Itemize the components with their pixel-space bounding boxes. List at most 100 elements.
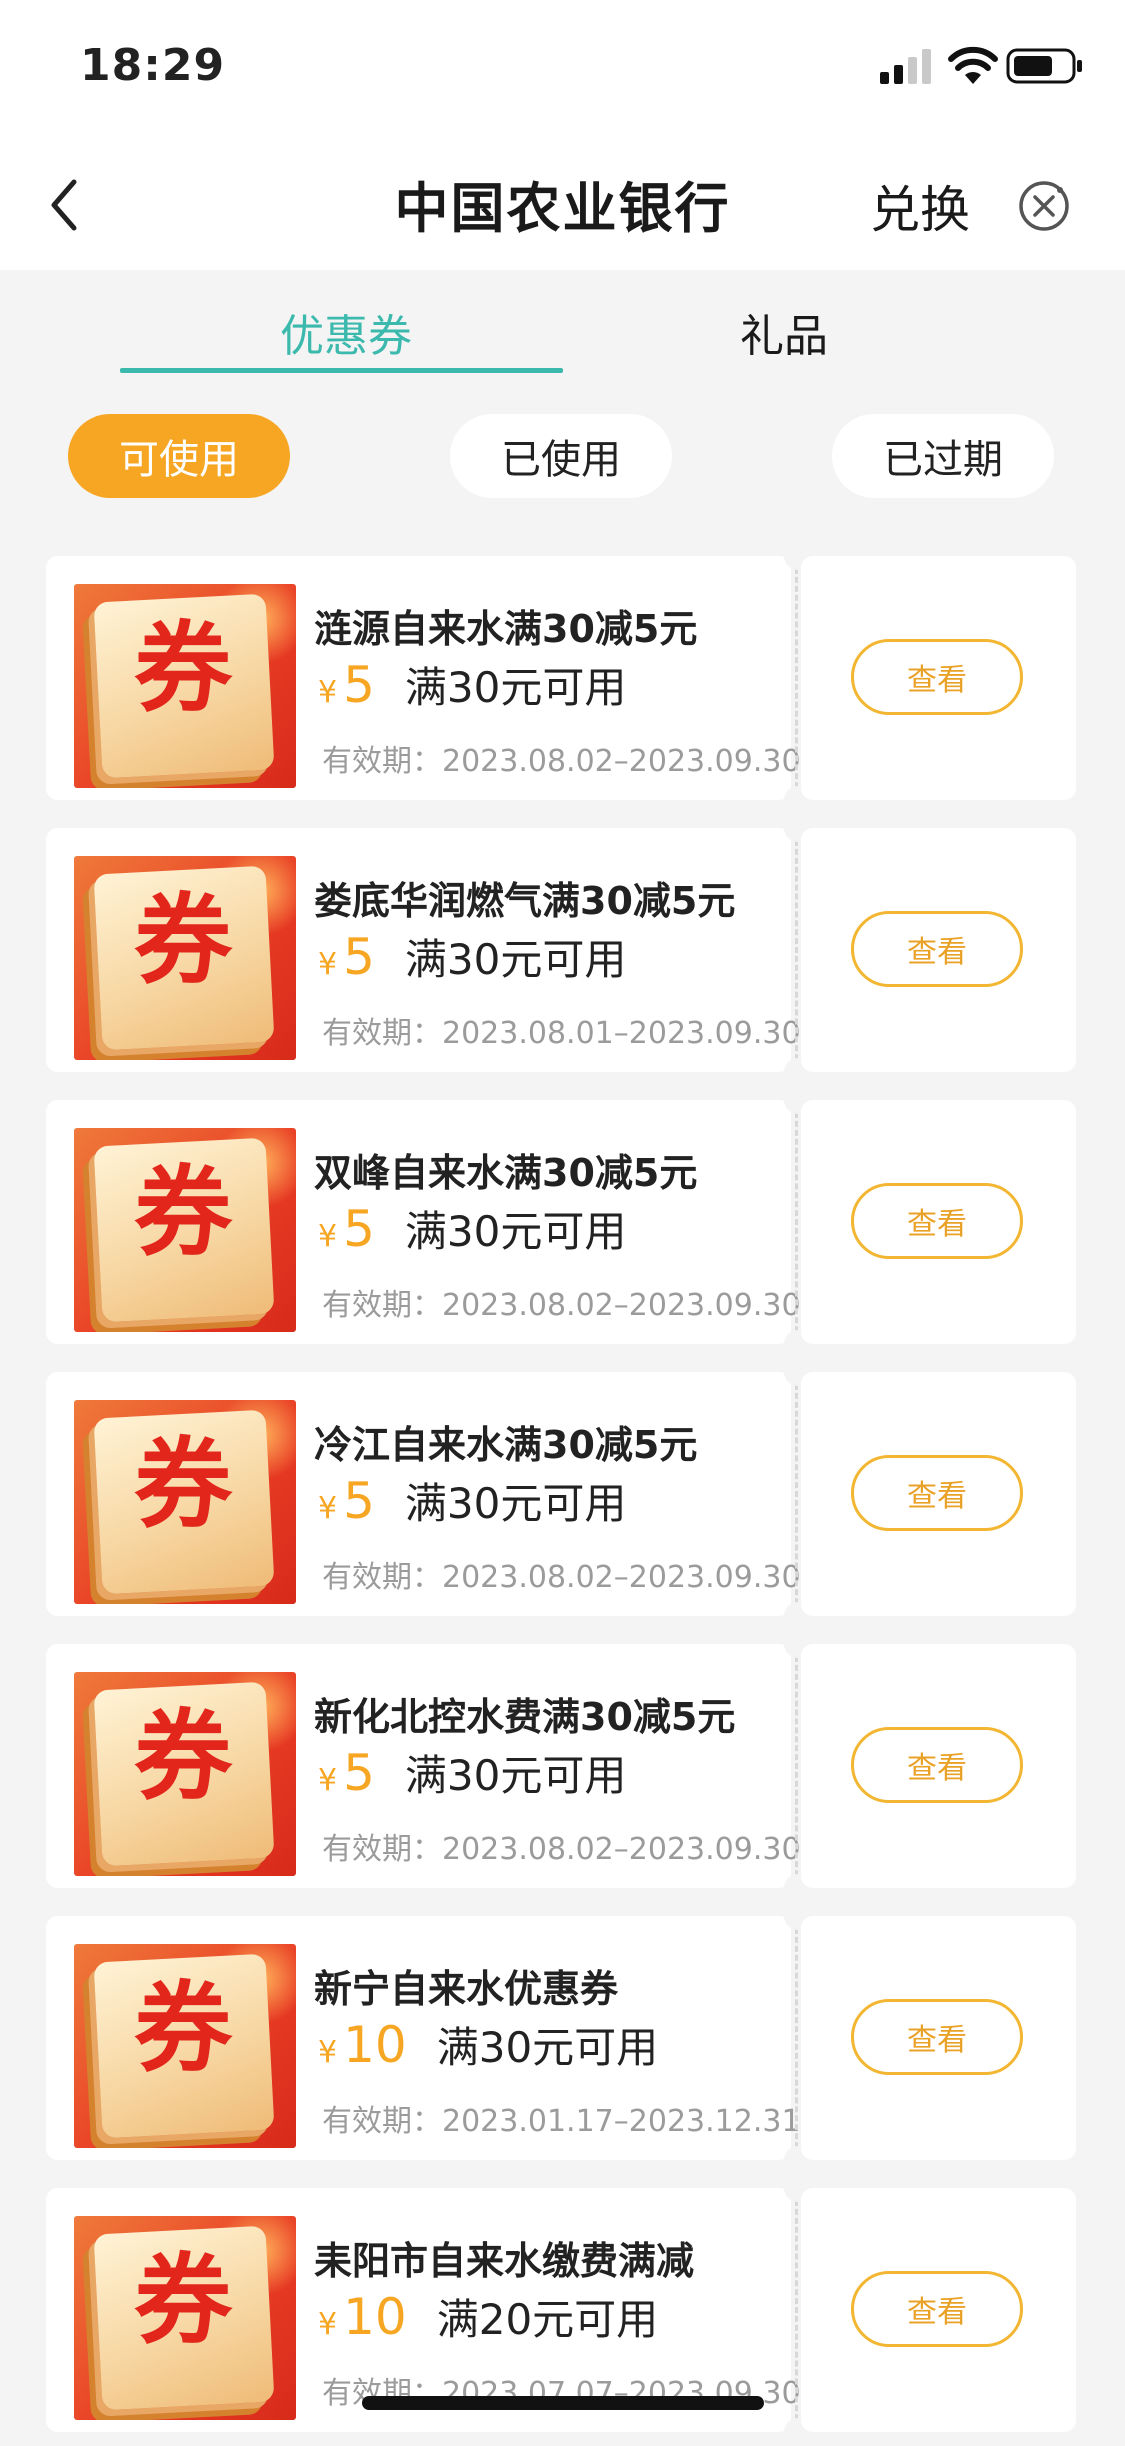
coupon-ticket-icon: 券 <box>74 1128 296 1332</box>
navigation-bar: 中国农业银行 兑换 <box>0 140 1125 270</box>
coupon-title: 新化北控水费满30减5元 <box>314 1695 736 1739</box>
coupon-action-area: 查看 <box>801 556 1076 800</box>
coupon-icon-label: 券 <box>134 1700 233 1814</box>
coupon-condition: 满20元可用 <box>436 2295 659 2344</box>
coupon-ticket-icon: 券 <box>74 2216 296 2420</box>
status-bar: 18:29 <box>0 0 1125 140</box>
coupon-amount-row: ¥5 满30元可用 <box>318 1470 626 1540</box>
exchange-button[interactable]: 兑换 <box>870 170 970 242</box>
coupon-action-area: 查看 <box>801 1644 1076 1888</box>
coupon-info: 券 冷江自来水满30减5元 ¥5 满30元可用 有效期：2023.08.02–2023.… <box>46 1372 801 1616</box>
coupon-icon-label: 券 <box>134 612 233 726</box>
currency-symbol: ¥ <box>318 2307 338 2342</box>
coupon-validity: 有效期：2023.08.01–2023.09.30 <box>322 1016 801 1051</box>
coupon-icon-label: 券 <box>134 1428 233 1542</box>
currency-symbol: ¥ <box>318 1219 338 1254</box>
coupon-validity: 有效期：2023.08.02–2023.09.30 <box>322 1560 801 1595</box>
view-coupon-button[interactable]: 查看 <box>851 2271 1023 2347</box>
close-icon[interactable] <box>1016 178 1072 234</box>
coupon-ticket-icon: 券 <box>74 1672 296 1876</box>
coupon-amount: 10 <box>343 2288 407 2346</box>
coupon-condition: 满30元可用 <box>436 2023 659 2072</box>
coupon-divider <box>795 840 798 1060</box>
status-time: 18:29 <box>80 40 226 91</box>
coupon-validity: 有效期：2023.01.17–2023.12.31 <box>322 2104 801 2139</box>
coupon-divider <box>795 568 798 788</box>
view-coupon-button[interactable]: 查看 <box>851 1999 1023 2075</box>
coupon-card[interactable]: 券 冷江自来水满30减5元 ¥5 满30元可用 有效期：2023.08.02–2023.… <box>46 1358 1076 1630</box>
coupon-card[interactable]: 券 涟源自来水满30减5元 ¥5 满30元可用有效期：2023.08.02–2023.… <box>46 542 1076 814</box>
coupon-amount-row: ¥5 满30元可用 <box>318 1198 626 1268</box>
coupon-validity: 有效期：2023.08.02–2023.09.30 <box>322 1832 801 1867</box>
coupon-action-area: 查看 <box>801 1100 1076 1344</box>
active-tab-indicator <box>120 368 563 373</box>
coupon-info: 券 新化北控水费满30减5元 ¥5 满30元可用有效期：2023.08.02–2023… <box>46 1644 801 1888</box>
coupon-title: 新宁自来水优惠券 <box>314 1967 619 2011</box>
coupon-ticket-icon: 券 <box>74 584 296 788</box>
tab-gifts[interactable]: 礼品 <box>740 300 828 364</box>
coupon-amount-row: ¥10 满20元可用 <box>318 2286 658 2356</box>
view-coupon-button[interactable]: 查看 <box>851 639 1023 715</box>
coupon-condition: 满30元可用 <box>404 1479 627 1528</box>
coupon-divider <box>795 2200 798 2420</box>
view-coupon-button[interactable]: 查看 <box>851 1455 1023 1531</box>
coupon-icon-label: 券 <box>134 1972 233 2086</box>
currency-symbol: ¥ <box>318 947 338 982</box>
coupon-amount-row: ¥5 满30元可用 <box>318 654 626 724</box>
currency-symbol: ¥ <box>318 2035 338 2070</box>
cellular-signal-icon <box>880 49 931 84</box>
coupon-icon-label: 券 <box>134 1156 233 1270</box>
coupon-card[interactable]: 券 双峰自来水满30减5元 ¥5 满30元可用有效期：2023.08.02–2023.… <box>46 1086 1076 1358</box>
coupon-action-area: 查看 <box>801 1916 1076 2160</box>
filter-used-button[interactable]: 已使用 <box>450 414 672 498</box>
coupon-info: 券 新宁自来水优惠券 ¥10 满30元可用有效期：2023.01.17–2023.12… <box>46 1916 801 2160</box>
currency-symbol: ¥ <box>318 1763 338 1798</box>
coupon-title: 娄底华润燃气满30减5元 <box>314 879 736 923</box>
coupon-ticket-icon: 券 <box>74 856 296 1060</box>
coupon-amount: 5 <box>343 1200 375 1258</box>
coupon-info: 券 涟源自来水满30减5元 ¥5 满30元可用有效期：2023.08.02–2023.… <box>46 556 801 800</box>
coupon-amount: 10 <box>343 2016 407 2074</box>
coupon-amount: 5 <box>343 656 375 714</box>
coupon-amount: 5 <box>343 1472 375 1530</box>
home-indicator <box>362 2396 764 2410</box>
coupon-title: 双峰自来水满30减5元 <box>314 1151 698 1195</box>
currency-symbol: ¥ <box>318 675 338 710</box>
coupon-divider <box>795 1656 798 1876</box>
view-coupon-button[interactable]: 查看 <box>851 1727 1023 1803</box>
coupon-amount-row: ¥5 满30元可用 <box>318 1742 626 1812</box>
view-coupon-button[interactable]: 查看 <box>851 911 1023 987</box>
coupon-condition: 满30元可用 <box>404 663 627 712</box>
coupon-icon-label: 券 <box>134 2244 233 2358</box>
coupon-amount: 5 <box>343 1744 375 1802</box>
coupon-validity: 有效期：2023.08.02–2023.09.30 <box>322 744 801 779</box>
filter-available-button[interactable]: 可使用 <box>68 414 290 498</box>
coupon-info: 券 娄底华润燃气满30减5元 ¥5 满30元可用有效期：2023.08.01–2023… <box>46 828 801 1072</box>
coupon-ticket-icon: 券 <box>74 1944 296 2148</box>
coupon-card[interactable]: 券 新宁自来水优惠券 ¥10 满30元可用有效期：2023.01.17–2023.12… <box>46 1902 1076 2174</box>
tab-coupons[interactable]: 优惠券 <box>280 300 412 364</box>
coupon-icon-label: 券 <box>134 884 233 998</box>
coupon-condition: 满30元可用 <box>404 1751 627 1800</box>
coupon-condition: 满30元可用 <box>404 1207 627 1256</box>
coupon-action-area: 查看 <box>801 828 1076 1072</box>
tab-bar: 优惠券 礼品 <box>0 270 1125 380</box>
coupon-amount-row: ¥5 满30元可用 <box>318 926 626 996</box>
battery-icon <box>1006 48 1082 84</box>
view-coupon-button[interactable]: 查看 <box>851 1183 1023 1259</box>
coupon-validity: 有效期：2023.08.02–2023.09.30 <box>322 1288 801 1323</box>
coupon-divider <box>795 1928 798 2148</box>
coupon-amount: 5 <box>343 928 375 986</box>
coupon-action-area: 查看 <box>801 1372 1076 1616</box>
coupon-title: 耒阳市自来水缴费满减 <box>314 2239 695 2283</box>
coupon-condition: 满30元可用 <box>404 935 627 984</box>
coupon-action-area: 查看 <box>801 2188 1076 2432</box>
coupon-card[interactable]: 券 新化北控水费满30减5元 ¥5 满30元可用有效期：2023.08.02–2023… <box>46 1630 1076 1902</box>
coupon-ticket-icon: 券 <box>74 1400 296 1604</box>
coupon-info: 券 双峰自来水满30减5元 ¥5 满30元可用有效期：2023.08.02–2023.… <box>46 1100 801 1344</box>
filter-expired-button[interactable]: 已过期 <box>832 414 1054 498</box>
coupon-card[interactable]: 券 娄底华润燃气满30减5元 ¥5 满30元可用有效期：2023.08.01–2023… <box>46 814 1076 1086</box>
wifi-icon <box>948 46 998 84</box>
coupon-divider <box>795 1384 798 1604</box>
coupon-title: 涟源自来水满30减5元 <box>314 607 698 651</box>
